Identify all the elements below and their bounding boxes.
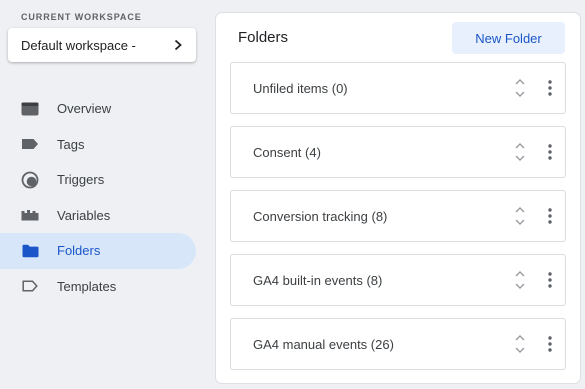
- folder-name: Consent (4): [253, 144, 321, 160]
- folder-row-unfiled-items[interactable]: Unfiled items (0): [230, 62, 566, 114]
- page-title: Folders: [238, 29, 289, 46]
- sidebar-item-templates[interactable]: Templates: [0, 269, 196, 305]
- folder-row-ga4-manual-events[interactable]: GA4 manual events (26): [230, 318, 566, 370]
- folder-row-consent[interactable]: Consent (4): [230, 126, 566, 178]
- template-icon: [21, 277, 39, 295]
- new-folder-button[interactable]: New Folder: [452, 22, 565, 54]
- more-vert-icon[interactable]: [548, 272, 552, 293]
- sidebar-item-overview[interactable]: Overview: [0, 91, 196, 127]
- folder-list: Unfiled items (0) Consent (4) Conversion…: [230, 62, 566, 382]
- sort-icon[interactable]: [515, 78, 525, 103]
- variables-icon: [21, 206, 39, 224]
- folder-name: GA4 built-in events (8): [253, 272, 383, 288]
- workspace-name: Default workspace -: [21, 37, 136, 53]
- sidebar-item-label: Overview: [57, 101, 112, 117]
- sort-icon[interactable]: [515, 206, 525, 231]
- sidebar-item-label: Templates: [57, 278, 117, 294]
- more-vert-icon[interactable]: [548, 144, 552, 165]
- workspace-selector[interactable]: Default workspace -: [8, 28, 196, 62]
- sidebar-nav: Overview Tags Triggers Variables Folders: [0, 91, 196, 304]
- sidebar-item-variables[interactable]: Variables: [0, 198, 196, 234]
- more-vert-icon[interactable]: [548, 80, 552, 101]
- more-vert-icon[interactable]: [548, 208, 552, 229]
- trigger-icon: [21, 171, 39, 189]
- sidebar-item-label: Folders: [57, 243, 101, 259]
- sidebar-item-triggers[interactable]: Triggers: [0, 162, 196, 198]
- sort-icon[interactable]: [515, 142, 525, 167]
- folder-name: GA4 manual events (26): [253, 336, 394, 352]
- tag-icon: [21, 135, 39, 153]
- folder-name: Conversion tracking (8): [253, 208, 388, 224]
- folder-icon: [21, 242, 39, 260]
- sidebar: CURRENT WORKSPACE Default workspace - Ov…: [0, 0, 205, 389]
- folder-name: Unfiled items (0): [253, 80, 348, 96]
- chevron-right-icon: [173, 39, 183, 51]
- sidebar-item-tags[interactable]: Tags: [0, 127, 196, 163]
- folder-row-ga4-built-in-events[interactable]: GA4 built-in events (8): [230, 254, 566, 306]
- workspace-label: CURRENT WORKSPACE: [21, 12, 142, 22]
- sidebar-item-label: Tags: [57, 136, 85, 152]
- more-vert-icon[interactable]: [548, 336, 552, 357]
- sidebar-item-label: Variables: [57, 207, 111, 223]
- sidebar-item-label: Triggers: [57, 172, 105, 188]
- folders-panel: Folders New Folder Unfiled items (0) Con…: [216, 13, 580, 383]
- overview-icon: [21, 100, 39, 118]
- folder-row-conversion-tracking[interactable]: Conversion tracking (8): [230, 190, 566, 242]
- sort-icon[interactable]: [515, 270, 525, 295]
- sidebar-item-folders[interactable]: Folders: [0, 233, 196, 269]
- sort-icon[interactable]: [515, 334, 525, 359]
